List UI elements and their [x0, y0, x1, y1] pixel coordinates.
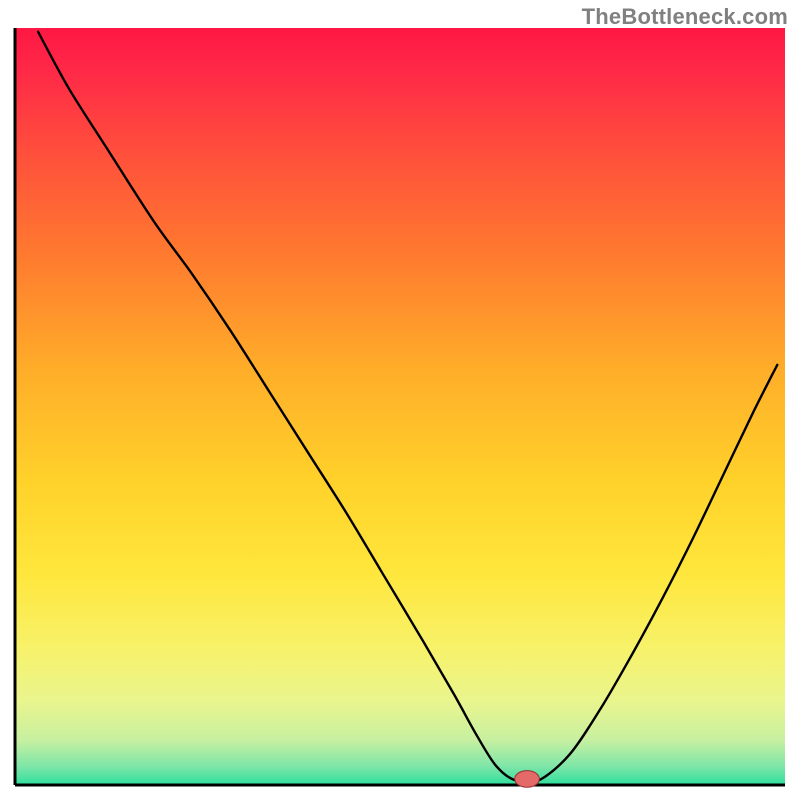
highlight-marker [515, 771, 540, 788]
plot-background [15, 28, 785, 785]
chart-container: TheBottleneck.com [0, 0, 800, 800]
bottleneck-chart [0, 0, 800, 800]
watermark-label: TheBottleneck.com [582, 4, 788, 30]
